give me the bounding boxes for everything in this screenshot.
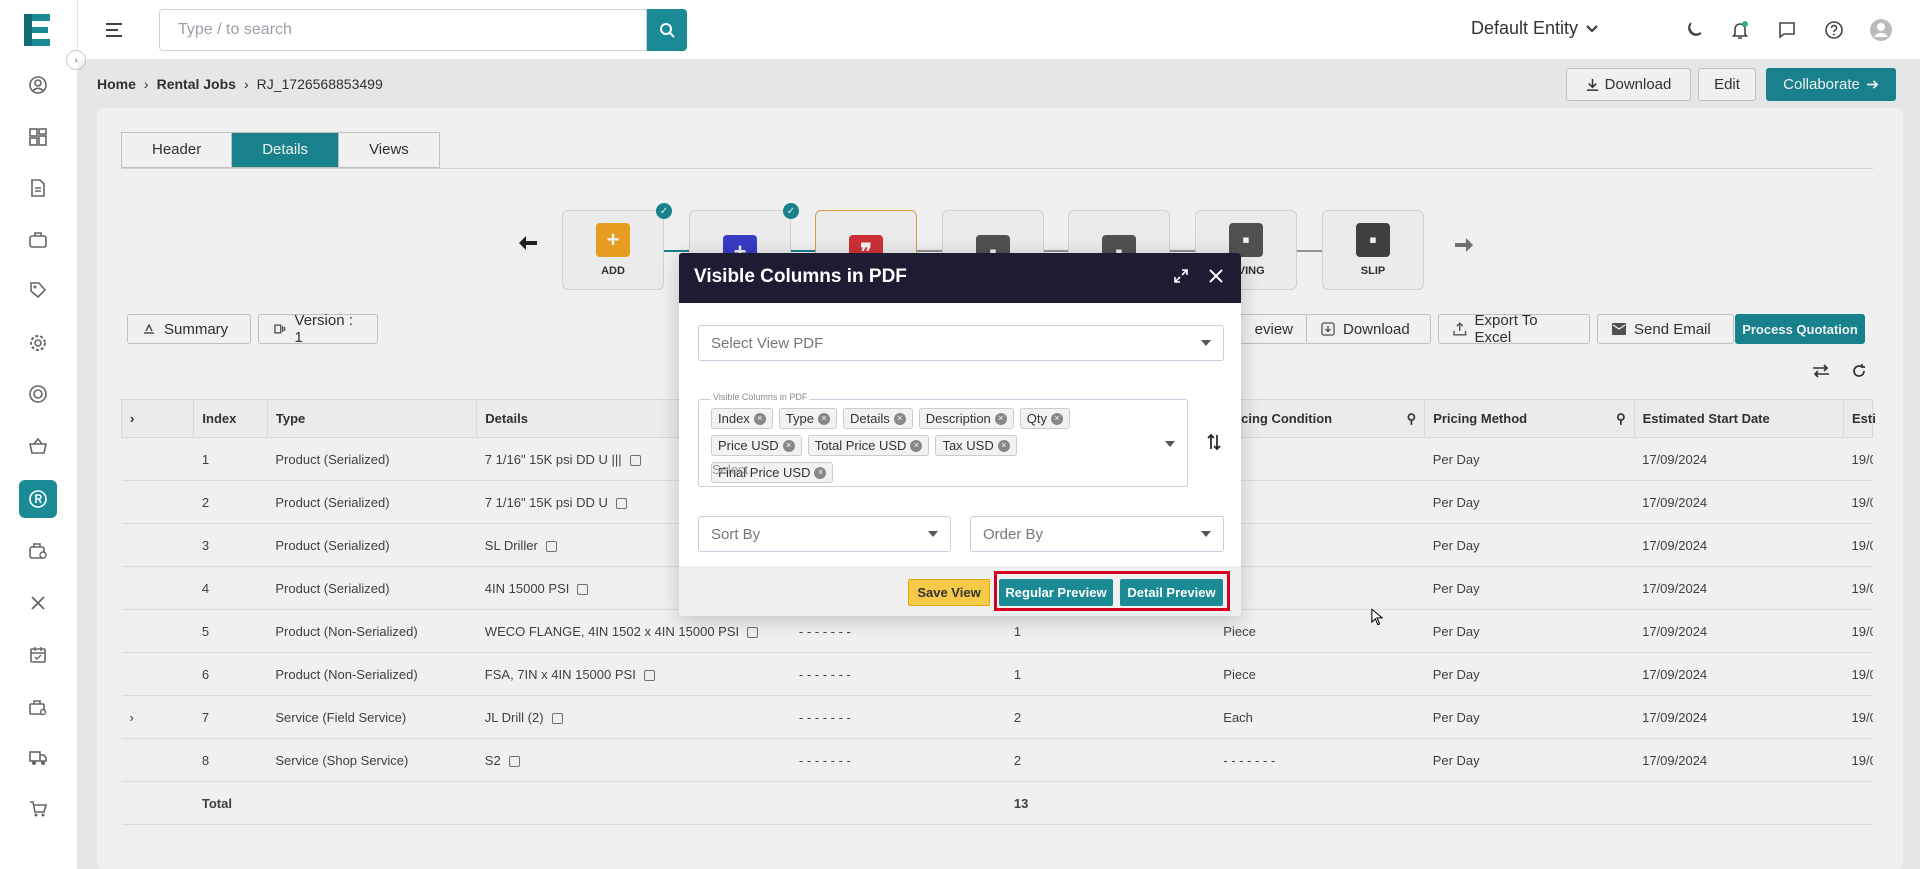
- column-chip-label: Tax USD: [942, 438, 994, 453]
- visible-columns-label: Visible Columns in PDF: [711, 392, 810, 402]
- column-chip-label: Total Price USD: [814, 438, 907, 453]
- remove-chip-icon[interactable]: ×: [782, 439, 795, 452]
- search-icon: [660, 23, 675, 38]
- user-avatar-icon[interactable]: [1869, 18, 1893, 42]
- column-chips: Index × Type × Details × Description × Qty × Price…: [711, 408, 1131, 483]
- column-chip: Tax USD ×: [935, 435, 1017, 456]
- briefcase-icon: [29, 232, 47, 248]
- chevron-down-icon: [1586, 24, 1598, 32]
- remove-chip-icon[interactable]: ×: [893, 412, 906, 425]
- sidebar-item-toolbox[interactable]: [19, 688, 57, 726]
- rental-icon: [29, 490, 47, 508]
- calendar-icon: [30, 647, 46, 663]
- entity-selector[interactable]: Default Entity: [1471, 18, 1598, 39]
- remove-chip-icon[interactable]: ×: [994, 412, 1007, 425]
- modal-footer: Save View Regular Preview Detail Preview: [679, 566, 1241, 616]
- remove-chip-icon[interactable]: ×: [753, 412, 766, 425]
- sidebar-item-truck[interactable]: [19, 739, 57, 777]
- remove-chip-icon[interactable]: ×: [997, 439, 1010, 452]
- sidebar-item-dashboard[interactable]: [19, 118, 57, 156]
- column-chip-label: Price USD: [718, 438, 779, 453]
- caret-down-icon: [1201, 531, 1211, 537]
- cart-icon: [30, 801, 48, 817]
- caret-down-icon: [928, 531, 938, 537]
- user-circle-icon: [29, 76, 47, 94]
- sort-by-placeholder: Sort By: [711, 525, 761, 543]
- sidebar-item-gear[interactable]: [19, 324, 57, 362]
- visible-columns-select[interactable]: Index × Type × Details × Description × Qty × Price…: [698, 399, 1188, 487]
- sidebar-item-document[interactable]: [19, 169, 57, 207]
- theme-toggle-icon[interactable]: [1682, 18, 1706, 42]
- sidebar-item-briefcase[interactable]: [19, 221, 57, 259]
- close-icon[interactable]: [1208, 268, 1224, 287]
- sidebar-item-tools[interactable]: [19, 584, 57, 622]
- remove-chip-icon[interactable]: ×: [814, 466, 827, 479]
- app-logo[interactable]: [20, 12, 54, 48]
- remove-chip-icon[interactable]: ×: [1051, 412, 1064, 425]
- modal-title: Visible Columns in PDF: [694, 266, 907, 287]
- remove-chip-icon[interactable]: ×: [910, 439, 923, 452]
- visible-columns-modal: Visible Columns in PDF Select View PDF I…: [679, 253, 1241, 616]
- order-by-dropdown[interactable]: Order By: [970, 516, 1224, 552]
- modal-header: Visible Columns in PDF: [679, 253, 1241, 303]
- tag-icon: [30, 282, 47, 299]
- column-chip-label: Type: [785, 411, 814, 426]
- column-chip-label: Description: [925, 411, 991, 426]
- column-chip: Details ×: [843, 408, 913, 429]
- column-chip-label: Details: [850, 411, 890, 426]
- entity-label: Default Entity: [1471, 18, 1579, 38]
- column-chip-label: Index: [718, 411, 750, 426]
- toolbox-icon: [29, 700, 47, 716]
- search-button[interactable]: [647, 9, 687, 51]
- search-input[interactable]: [159, 9, 647, 51]
- expand-icon[interactable]: [1173, 268, 1189, 287]
- mouse-cursor: [1371, 608, 1384, 629]
- sidebar-item-calendar[interactable]: [19, 636, 57, 674]
- sidebar-item-briefcase-clock[interactable]: [19, 532, 57, 570]
- column-chip-label: Qty: [1026, 411, 1048, 426]
- column-chip: Qty ×: [1019, 408, 1071, 429]
- target-icon: [29, 385, 47, 403]
- caret-down-icon: [1201, 340, 1211, 346]
- briefcase-clock-icon: [29, 543, 47, 559]
- column-chip: Type ×: [778, 408, 837, 429]
- reorder-icon[interactable]: [1206, 433, 1222, 454]
- sort-by-dropdown[interactable]: Sort By: [698, 516, 951, 552]
- sidebar-item-target[interactable]: [19, 375, 57, 413]
- column-chip: Price USD ×: [711, 435, 802, 456]
- sidebar-item-cart[interactable]: [19, 790, 57, 828]
- truck-icon: [29, 751, 47, 765]
- notifications-icon[interactable]: [1728, 18, 1752, 42]
- column-chip: Index ×: [711, 408, 773, 429]
- detail-preview-button[interactable]: Detail Preview: [1120, 579, 1223, 606]
- topbar: Default Entity: [78, 0, 1920, 60]
- sidebar-item-rental[interactable]: [19, 480, 57, 518]
- sidebar-item-user-circle[interactable]: [19, 66, 57, 104]
- basket-icon: [29, 437, 47, 454]
- order-by-placeholder: Order By: [983, 525, 1044, 543]
- columns-select-placeholder: Select: [712, 462, 749, 477]
- gear-icon: [30, 335, 46, 351]
- chat-icon[interactable]: [1775, 18, 1799, 42]
- remove-chip-icon[interactable]: ×: [818, 412, 830, 425]
- save-view-button[interactable]: Save View: [908, 579, 990, 606]
- caret-down-icon[interactable]: [1165, 441, 1175, 447]
- tools-icon: [31, 596, 45, 610]
- document-icon: [31, 179, 45, 197]
- select-view-pdf-dropdown[interactable]: Select View PDF: [698, 325, 1224, 361]
- column-chip: Description ×: [918, 408, 1014, 429]
- select-view-pdf-placeholder: Select View PDF: [711, 334, 824, 352]
- help-icon[interactable]: [1822, 18, 1846, 42]
- sidebar-item-basket[interactable]: [19, 427, 57, 465]
- regular-preview-button[interactable]: Regular Preview: [999, 579, 1113, 606]
- menu-icon[interactable]: [104, 20, 124, 40]
- sidebar-item-tag[interactable]: [19, 271, 57, 309]
- dashboard-icon: [29, 128, 47, 146]
- column-chip: Total Price USD ×: [807, 435, 930, 456]
